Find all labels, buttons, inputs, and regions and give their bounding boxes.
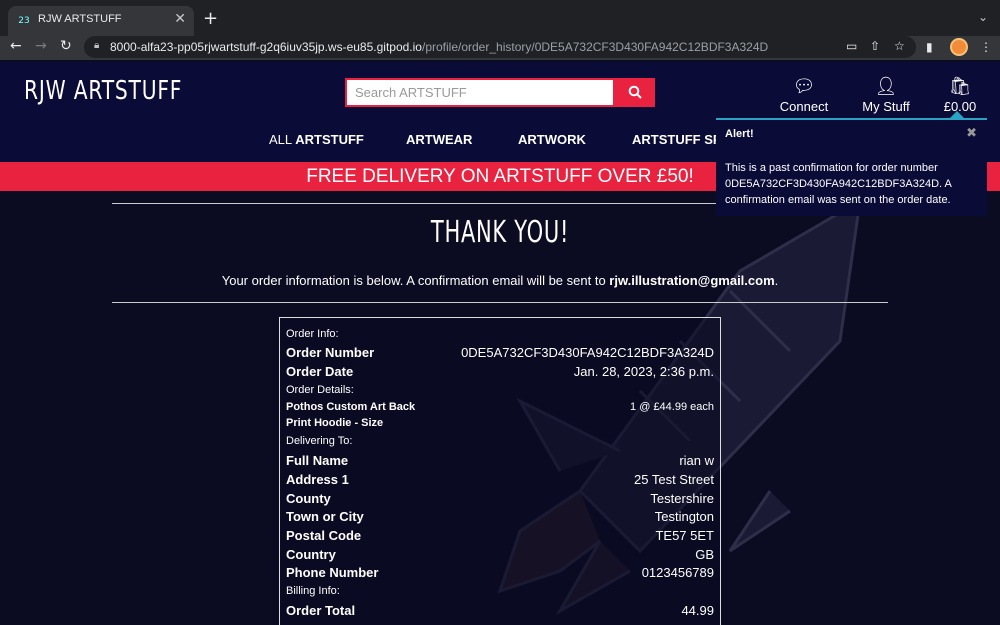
close-tab-icon[interactable]: ✕: [174, 11, 186, 27]
item-name-line2: Print Hoodie - Size: [286, 417, 384, 429]
country-label: Country: [286, 547, 336, 562]
search-input[interactable]: Search ARTSTUFF: [345, 78, 615, 107]
order-number-label: Order Number: [286, 345, 375, 360]
confirmation-email: rjw.illustration@gmail.com: [609, 273, 775, 288]
alert-toast: Alert! ✖ This is a past confirmation for…: [716, 118, 987, 216]
reload-icon[interactable]: ↻: [60, 38, 72, 54]
address1-value: 25 Test Street: [634, 472, 714, 487]
sidebar-icon[interactable]: ▮: [926, 40, 933, 54]
connect-label: Connect: [779, 99, 829, 114]
order-total-label: Order Total: [286, 603, 356, 618]
card-icon[interactable]: ▭: [846, 39, 857, 53]
county-value: Testershire: [650, 491, 714, 506]
phone-label: Phone Number: [286, 565, 379, 580]
order-total-value: 44.99: [681, 603, 714, 618]
full-name-label: Full Name: [286, 453, 349, 468]
new-tab-icon[interactable]: +: [203, 8, 218, 29]
alert-caret: [950, 111, 964, 118]
menu-icon[interactable]: ⋮: [980, 40, 992, 54]
profile-avatar[interactable]: [950, 38, 968, 56]
town-value: Testington: [654, 509, 714, 524]
divider-bottom: [112, 302, 888, 303]
user-icon: 👤︎: [874, 76, 898, 96]
page-title: THANK YOU!: [430, 215, 570, 250]
tab-title: RJW ARTSTUFF: [38, 13, 122, 25]
postal-label: Postal Code: [286, 528, 362, 543]
url-text[interactable]: 8000-alfa23-pp05rjwartstuff-g2q6iuv35jp.…: [110, 40, 768, 54]
close-icon[interactable]: ✖: [966, 126, 977, 141]
browser-tabbar: 23 RJW ARTSTUFF ✕ + ⌄: [0, 0, 1000, 36]
site-favicon-icon: 23: [18, 16, 30, 26]
address1-label: Address 1: [286, 472, 349, 487]
browser-toolbar: ← → ↻ 🔒︎ 8000-alfa23-pp05rjwartstuff-g2q…: [0, 36, 1000, 60]
section-heading: Billing Info:: [286, 585, 340, 597]
item-name-line1: Pothos Custom Art Back: [286, 401, 416, 413]
section-heading: Order Info:: [286, 328, 339, 340]
item-qty-price: 1 @ £44.99 each: [630, 401, 714, 413]
info-suffix: .: [774, 273, 779, 288]
site-logo[interactable]: RJW ARTSTUFF: [24, 76, 182, 106]
info-prefix: Your order information is below. A confi…: [221, 273, 610, 288]
section-heading: Order Details:: [286, 384, 354, 396]
section-heading: Delivering To:: [286, 435, 353, 447]
forward-icon[interactable]: →: [35, 38, 47, 54]
tab-search-chevron-icon[interactable]: ⌄: [978, 10, 988, 24]
search-icon: [628, 85, 642, 99]
nav-all-main: ARTSTUFF: [295, 132, 364, 147]
nav-all-prefix: ALL: [269, 132, 296, 147]
bag-link[interactable]: 🛍︎ £0.00: [938, 76, 982, 114]
my-stuff-link[interactable]: 👤︎ My Stuff: [858, 76, 914, 114]
share-icon[interactable]: ⇧: [870, 39, 880, 53]
star-icon[interactable]: ☆: [894, 39, 905, 53]
order-summary: Order Info: Order Number 0DE5A732CF3D430F…: [279, 317, 721, 625]
alert-title: Alert!: [725, 128, 754, 140]
my-stuff-label: My Stuff: [862, 99, 910, 114]
phone-value: 0123456789: [641, 565, 714, 580]
alert-message: This is a past confirmation for order nu…: [725, 162, 952, 206]
order-date-label: Order Date: [286, 364, 354, 379]
order-info-message: Your order information is below. A confi…: [0, 273, 1000, 288]
nav-all-artstuff[interactable]: ALL ARTSTUFF: [269, 132, 364, 147]
nav-artstuff-special[interactable]: ARTSTUFF SP: [632, 132, 722, 147]
address-bar[interactable]: 🔒︎ 8000-alfa23-pp05rjwartstuff-g2q6iuv35…: [84, 36, 916, 58]
country-value: GB: [695, 547, 714, 562]
town-label: Town or City: [286, 509, 364, 524]
order-number-value: 0DE5A732CF3D430FA942C12BDF3A324D: [461, 345, 714, 360]
browser-tab[interactable]: 23 RJW ARTSTUFF ✕: [8, 6, 194, 36]
comments-icon: 💬︎: [792, 76, 816, 96]
url-path: /profile/order_history/0DE5A732CF3D430FA…: [421, 40, 769, 54]
search-button[interactable]: [615, 78, 655, 107]
url-host: 8000-alfa23-pp05rjwartstuff-g2q6iuv35jp.…: [110, 40, 422, 54]
nav-artwork[interactable]: ARTWORK: [518, 132, 586, 147]
connect-link[interactable]: 💬︎ Connect: [778, 76, 830, 114]
nav-artwear[interactable]: ARTWEAR: [406, 132, 472, 147]
full-name-value: rian w: [679, 453, 714, 468]
order-date-value: Jan. 28, 2023, 2:36 p.m.: [573, 364, 714, 379]
main-content: THANK YOU! Your order information is bel…: [0, 191, 1000, 625]
postal-value: TE57 5ET: [655, 528, 714, 543]
lock-icon[interactable]: 🔒︎: [94, 40, 99, 51]
back-icon[interactable]: ←: [10, 38, 22, 54]
shopping-bag-icon: 🛍︎: [948, 76, 972, 96]
county-label: County: [286, 491, 331, 506]
